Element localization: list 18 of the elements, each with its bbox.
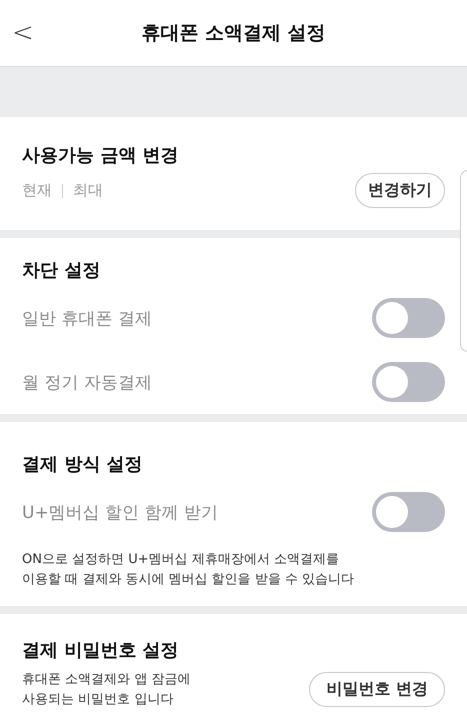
toggle-switch[interactable] (372, 298, 445, 338)
setting-label: 일반 휴대폰 결제 (22, 308, 152, 330)
back-button[interactable]: < (12, 18, 34, 48)
page-title: 휴대폰 소액결제 설정 (141, 21, 326, 46)
toggle-switch[interactable] (372, 492, 445, 532)
toggle-switch[interactable] (372, 362, 445, 402)
section-title: 차단 설정 (22, 259, 102, 282)
description-text: ON으로 설정하면 U+멤버십 제휴매장에서 소액결제를 이용할 때 결제와 동시에 멤버십 할인을 받을 수 있습니다 (22, 551, 356, 588)
amount-label: 현재 (22, 181, 52, 200)
section-title: 결제 비밀번호 설정 (22, 639, 180, 662)
password-change-button[interactable]: 비밀번호 변경 (309, 672, 445, 707)
description-text: 휴대폰 소액결제와 앱 잠금에 사용되는 비밀번호 입니다 (22, 671, 190, 708)
change-button[interactable]: 변경하기 (355, 173, 445, 208)
section-title: 결제 방식 설정 (22, 453, 144, 476)
section-title: 사용가능 금액 변경 (22, 144, 180, 167)
amount-label: 최대 (73, 181, 103, 200)
setting-label: 월 정기 자동결제 (22, 372, 152, 394)
setting-label: U+멤버십 할인 함께 받기 (22, 502, 218, 524)
